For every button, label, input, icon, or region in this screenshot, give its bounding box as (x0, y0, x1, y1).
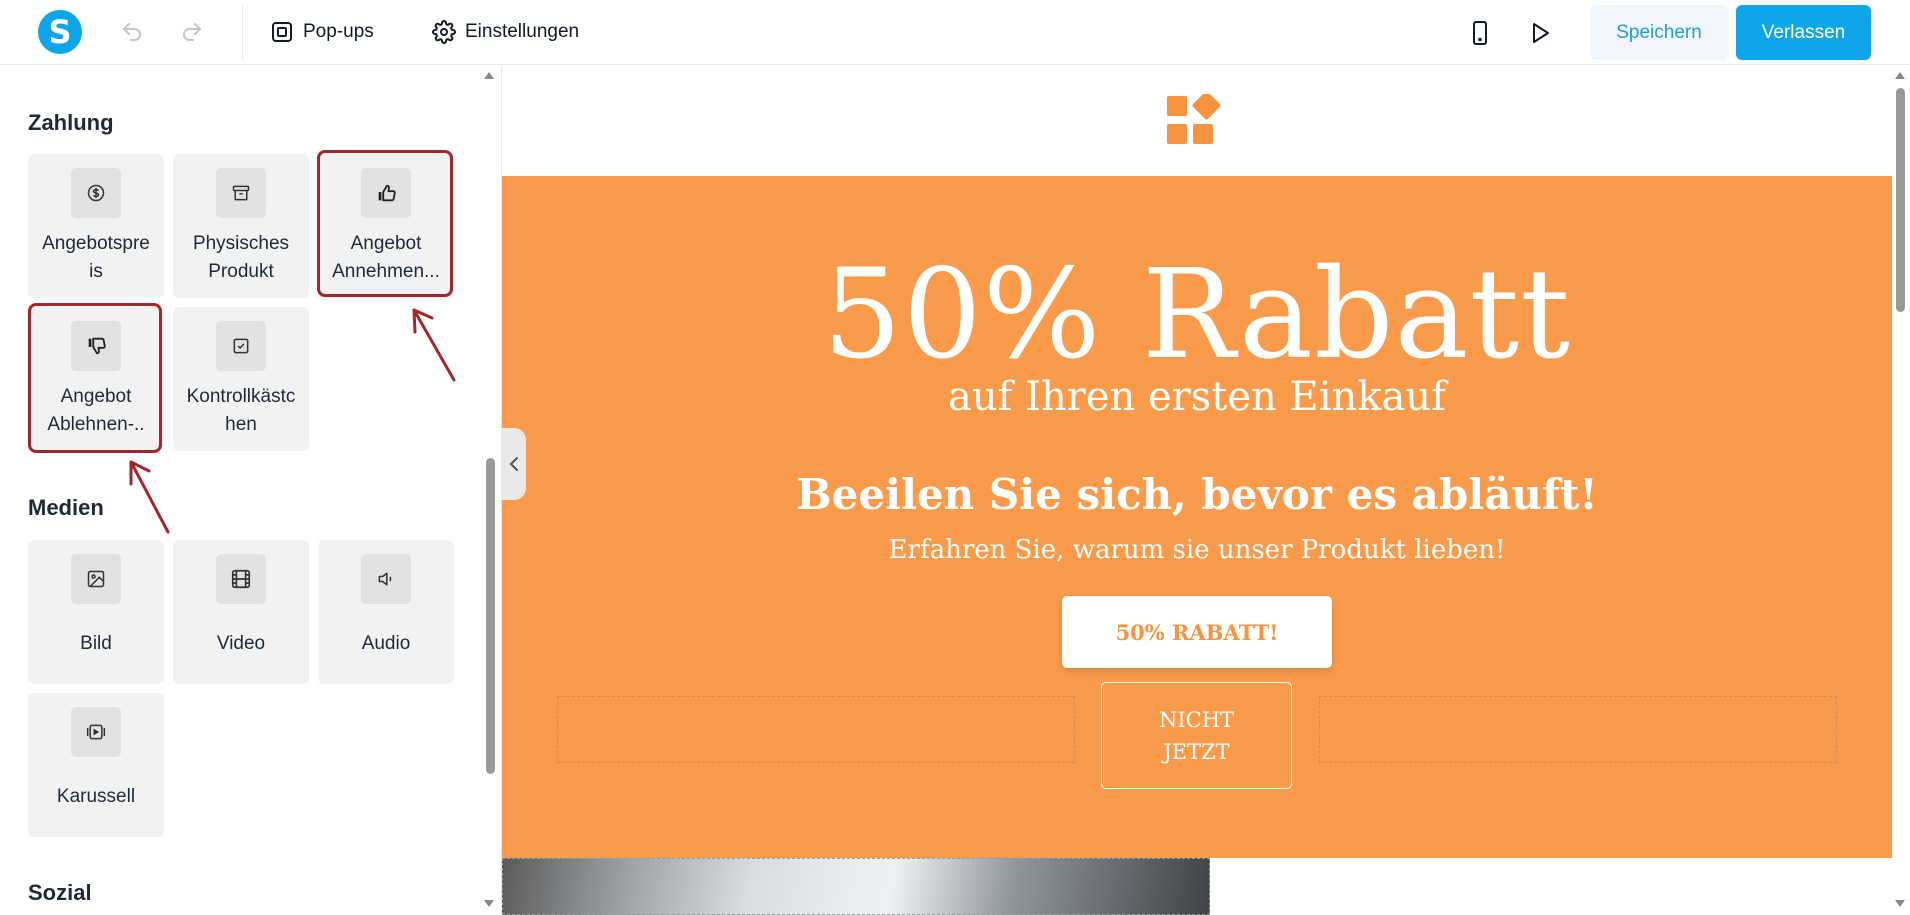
highlight-box-decline (28, 303, 162, 453)
dollar-circle-icon (87, 184, 105, 202)
mobile-preview-button[interactable] (1465, 18, 1495, 48)
video-icon (231, 569, 251, 589)
product-photo[interactable] (502, 858, 1210, 915)
checkbox-icon (233, 338, 249, 354)
sidebar-scroll-down[interactable] (484, 900, 494, 907)
element-label: Karussell (56, 786, 136, 807)
popup-canvas: 50% Rabatt auf Ihren ersten Einkauf Beei… (502, 66, 1892, 915)
element-label: Kontrollkästc hen (186, 386, 296, 435)
toolbar-divider (242, 6, 243, 59)
canvas-scroll-down[interactable] (1895, 900, 1905, 907)
element-checkbox[interactable]: Kontrollkästc hen (173, 307, 309, 451)
element-label: Angebotspre is (42, 233, 150, 282)
empty-drop-zone[interactable] (557, 696, 1075, 763)
canvas-scrollbar-thumb[interactable] (1896, 88, 1905, 312)
subheadline[interactable]: auf Ihren ersten Einkauf (502, 372, 1892, 422)
urgency-text[interactable]: Beeilen Sie sich, bevor es abläuft! (502, 468, 1892, 522)
element-physical-product[interactable]: Physisches Produkt (173, 154, 309, 298)
leave-button[interactable]: Verlassen (1736, 5, 1871, 60)
reason-text[interactable]: Erfahren Sie, warum sie unser Produkt li… (502, 532, 1892, 568)
popups-menu-button[interactable]: Pop-ups (270, 16, 374, 48)
canvas-scroll-up[interactable] (1895, 72, 1905, 79)
element-carousel[interactable]: Karussell (28, 693, 164, 837)
smartphone-icon (1473, 21, 1487, 45)
element-label: Bild (80, 633, 112, 654)
chevron-left-icon (509, 457, 518, 471)
speaker-icon (378, 572, 392, 586)
sidebar-scrollbar-thumb[interactable] (486, 458, 495, 774)
empty-drop-zone[interactable] (1319, 696, 1837, 763)
headline[interactable]: 50% Rabatt (502, 250, 1892, 380)
element-audio[interactable]: Audio (318, 540, 454, 684)
section-title-zahlung: Zahlung (28, 110, 114, 135)
decline-button[interactable]: NICHT JETZT (1101, 682, 1292, 789)
popup-frame-icon (272, 22, 292, 42)
brand-logo (1167, 94, 1221, 144)
element-sidebar: Zahlung Angebotspre is Physisches Produk… (0, 66, 502, 915)
popups-label: Pop-ups (303, 21, 374, 42)
settings-label: Einstellungen (465, 21, 580, 42)
highlight-box-accept (317, 150, 453, 297)
element-label: Video (216, 633, 266, 654)
element-label: Audio (361, 633, 411, 654)
app-logo[interactable]: S (38, 10, 82, 54)
undo-icon (123, 23, 141, 41)
settings-menu-button[interactable]: Einstellungen (432, 16, 579, 48)
element-offer-price[interactable]: Angebotspre is (28, 154, 164, 298)
gear-icon (432, 20, 456, 44)
redo-icon (183, 23, 201, 41)
discount-cta-button[interactable]: 50% RABATT! (1062, 596, 1332, 668)
element-video[interactable]: Video (173, 540, 309, 684)
element-label: Physisches Produkt (192, 233, 290, 282)
carousel-icon (86, 724, 106, 740)
image-icon (87, 570, 105, 588)
collapse-sidebar-toggle[interactable] (502, 428, 526, 500)
redo-button[interactable] (178, 18, 206, 46)
sidebar-scroll-up[interactable] (484, 72, 494, 79)
hero-section[interactable]: 50% Rabatt auf Ihren ersten Einkauf Beei… (502, 176, 1892, 858)
section-title-medien: Medien (28, 495, 104, 520)
element-image[interactable]: Bild (28, 540, 164, 684)
save-button[interactable]: Speichern (1590, 5, 1728, 60)
undo-button[interactable] (118, 18, 146, 46)
top-toolbar: S Pop-ups Einstellungen Speichern Verlas… (0, 0, 1910, 65)
preview-play-button[interactable] (1525, 18, 1555, 48)
play-icon (1533, 23, 1549, 43)
section-title-sozial: Sozial (28, 880, 92, 905)
archive-box-icon (232, 185, 250, 201)
